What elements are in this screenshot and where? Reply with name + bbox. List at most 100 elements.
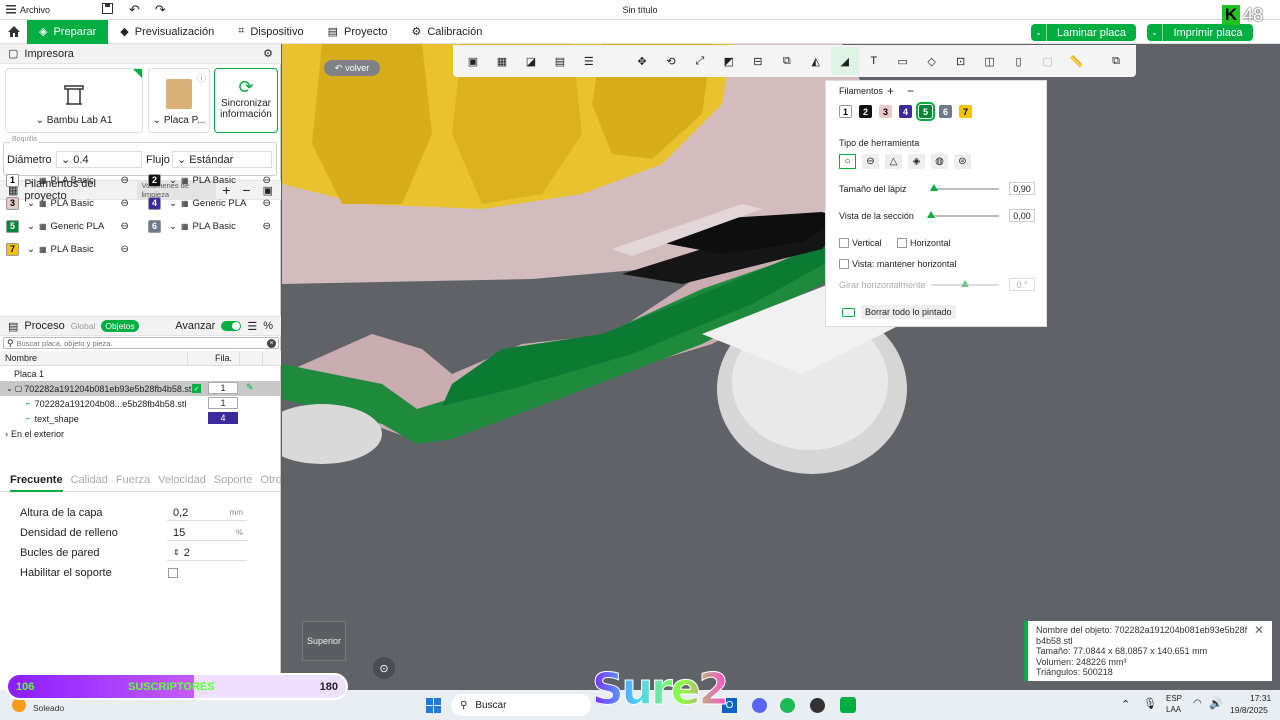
height-range-icon[interactable]: ◈ bbox=[908, 154, 925, 169]
support-checkbox[interactable] bbox=[168, 568, 178, 578]
stepper-icon[interactable]: ⇕ bbox=[173, 548, 180, 557]
home-button[interactable] bbox=[0, 20, 27, 44]
outside-row[interactable]: › En el exterior bbox=[0, 426, 281, 441]
percent-icon[interactable]: % bbox=[263, 320, 273, 332]
tab-support[interactable]: Soporte bbox=[214, 474, 253, 491]
wall-loops-input[interactable]: ⇕ 2 bbox=[167, 545, 247, 561]
wifi-icon[interactable]: ◠ bbox=[1193, 698, 1202, 709]
text-shape-filament[interactable]: 4 bbox=[208, 412, 238, 424]
add-icon[interactable]: + bbox=[887, 84, 894, 98]
paint-swatch-3[interactable]: 3 bbox=[879, 105, 892, 118]
measure-icon[interactable]: 📏 bbox=[1063, 47, 1091, 75]
paint-swatch-6[interactable]: 6 bbox=[939, 105, 952, 118]
filament-slot-3[interactable]: 3 ⌄ ▦ PLA Basic ⊖ bbox=[6, 194, 129, 212]
remove-filament-icon[interactable]: ⊖ bbox=[263, 198, 271, 209]
object-filament[interactable]: 1 bbox=[208, 382, 238, 394]
add-plate-icon[interactable]: ▦ bbox=[488, 47, 516, 75]
variable-height-icon[interactable]: ▯ bbox=[1005, 47, 1033, 75]
filament-slot-1[interactable]: 1 ⌄ ▦ PLA Basic ⊖ bbox=[6, 171, 129, 189]
circle-tool-icon[interactable]: ○ bbox=[839, 154, 856, 169]
layer-height-input[interactable]: 0,2 mm bbox=[167, 505, 247, 521]
volume-icon[interactable]: 🔊 bbox=[1209, 697, 1223, 710]
filament-number-badge[interactable]: 1 bbox=[6, 173, 19, 187]
remove-filament-icon[interactable]: ⊖ bbox=[121, 198, 129, 209]
printer-select[interactable]: ⌄ Bambu Lab A1 bbox=[5, 68, 143, 133]
sphere-tool-icon[interactable]: ⊖ bbox=[862, 154, 879, 169]
fit-view-button[interactable]: ⊙ bbox=[373, 657, 395, 679]
split-icon[interactable]: ⧉ bbox=[1102, 47, 1130, 75]
lang-code[interactable]: ESP bbox=[1166, 694, 1182, 703]
chevron-down-icon[interactable]: ⌄ bbox=[27, 221, 35, 232]
list-icon[interactable]: ☰ bbox=[247, 320, 257, 333]
scale-icon[interactable]: ⤢ bbox=[686, 47, 714, 75]
tray-chevron-icon[interactable]: ⌃ bbox=[1121, 698, 1130, 711]
remove-filament-icon[interactable]: ⊖ bbox=[121, 244, 129, 255]
text-shape-row[interactable]: ⌐ text_shape 4 bbox=[0, 411, 281, 426]
close-icon[interactable]: ✕ bbox=[1254, 624, 1264, 635]
taskbar-search[interactable]: ⚲ Buscar bbox=[451, 694, 591, 716]
undo-icon[interactable]: ↶ bbox=[129, 2, 140, 18]
rotate-icon[interactable]: ⟲ bbox=[657, 47, 685, 75]
section-view-slider[interactable] bbox=[927, 211, 999, 218]
vertical-checkbox[interactable] bbox=[839, 238, 849, 248]
tab-prepare[interactable]: ◈ Preparar bbox=[27, 19, 109, 44]
view-cube[interactable]: Superior bbox=[302, 621, 346, 661]
filament-slot-2[interactable]: 2 ⌄ ▦ PLA Basic ⊖ bbox=[148, 171, 271, 189]
tab-preview[interactable]: ◆ Previsualización bbox=[108, 20, 226, 44]
remove-filament-icon[interactable]: ⊖ bbox=[121, 175, 129, 186]
slice-icon[interactable]: ◫ bbox=[976, 47, 1004, 75]
object-row[interactable]: ⌄ ▢ 702282a191204b081eb93e5b28fb4b58.stl… bbox=[0, 381, 281, 396]
auto-orient-icon[interactable]: ◪ bbox=[517, 47, 545, 75]
windows-start-icon[interactable] bbox=[426, 698, 441, 713]
diameter-select[interactable]: ⌄ 0.4 bbox=[56, 151, 142, 168]
infill-input[interactable]: 15% bbox=[167, 525, 247, 541]
filament-number-badge[interactable]: 4 bbox=[148, 196, 161, 210]
chevron-down-icon[interactable]: ⌄ bbox=[1147, 24, 1163, 41]
slider-handle[interactable] bbox=[927, 211, 935, 218]
move-icon[interactable]: ✥ bbox=[628, 47, 656, 75]
support-paint-icon[interactable]: ◭ bbox=[802, 47, 830, 75]
tab-device[interactable]: ⌗ Dispositivo bbox=[226, 20, 315, 44]
slice-plate-button[interactable]: ⌄ Laminar placa bbox=[1031, 24, 1136, 41]
filament-number-badge[interactable]: 3 bbox=[6, 196, 19, 210]
plate-select[interactable]: ⌄ Placa P... ⓘ bbox=[148, 68, 210, 133]
clear-painting-button[interactable]: Borrar todo lo pintado bbox=[861, 305, 956, 319]
tab-frequent[interactable]: Frecuente bbox=[10, 474, 63, 492]
chevron-down-icon[interactable]: ⌄ bbox=[1031, 24, 1047, 41]
lay-on-face-icon[interactable]: ◩ bbox=[715, 47, 743, 75]
filament-number-badge[interactable]: 6 bbox=[148, 219, 161, 233]
assembly-icon[interactable]: ◇ bbox=[918, 47, 946, 75]
add-object-icon[interactable]: ▣ bbox=[459, 47, 487, 75]
rotate-value[interactable]: 0 ° bbox=[1009, 278, 1035, 291]
cut-icon[interactable]: ⊟ bbox=[744, 47, 772, 75]
paint-swatch-7[interactable]: 7 bbox=[959, 105, 972, 118]
lang-layout[interactable]: LAA bbox=[1166, 705, 1181, 714]
chevron-down-icon[interactable]: ⌄ bbox=[27, 198, 35, 209]
plate-row[interactable]: Placa 1 bbox=[0, 366, 281, 381]
svg-icon[interactable]: ▭ bbox=[889, 47, 917, 75]
filament-number-badge[interactable]: 5 bbox=[6, 219, 19, 233]
part-filament[interactable]: 1 bbox=[208, 397, 238, 409]
rotate-slider[interactable] bbox=[931, 280, 999, 287]
boolean-icon[interactable]: ⧉ bbox=[773, 47, 801, 75]
object-search-input[interactable] bbox=[16, 338, 262, 348]
clock-date[interactable]: 19/8/2025 bbox=[1230, 705, 1268, 715]
objects-toggle[interactable]: Objetos bbox=[101, 320, 139, 332]
part-row[interactable]: ⌐ 702282a191204b08...e5b28fb4b58.stl 1 bbox=[0, 396, 281, 411]
filament-slot-6[interactable]: 6 ⌄ ▦ PLA Basic ⊖ bbox=[148, 217, 271, 235]
remove-icon[interactable]: − bbox=[907, 84, 914, 98]
horizontal-checkbox[interactable] bbox=[897, 238, 907, 248]
remove-filament-icon[interactable]: ⊖ bbox=[263, 175, 271, 186]
3d-viewport[interactable]: ↶ volver Superior ⊙ bbox=[282, 44, 1280, 690]
arrange-icon[interactable]: ▤ bbox=[546, 47, 574, 75]
triangle-tool-icon[interactable]: △ bbox=[885, 154, 902, 169]
info-icon[interactable]: ⓘ bbox=[197, 71, 206, 84]
fill-tool-icon[interactable]: ◍ bbox=[931, 154, 948, 169]
global-toggle[interactable]: Global bbox=[71, 321, 96, 331]
slider-handle[interactable] bbox=[930, 184, 939, 191]
clear-icon[interactable]: × bbox=[267, 338, 276, 348]
text-icon[interactable]: T bbox=[860, 47, 888, 75]
chevron-down-icon[interactable]: ⌄ bbox=[27, 175, 35, 186]
tab-strength[interactable]: Fuerza bbox=[116, 474, 150, 491]
chevron-down-icon[interactable]: ⌄ bbox=[169, 198, 177, 209]
